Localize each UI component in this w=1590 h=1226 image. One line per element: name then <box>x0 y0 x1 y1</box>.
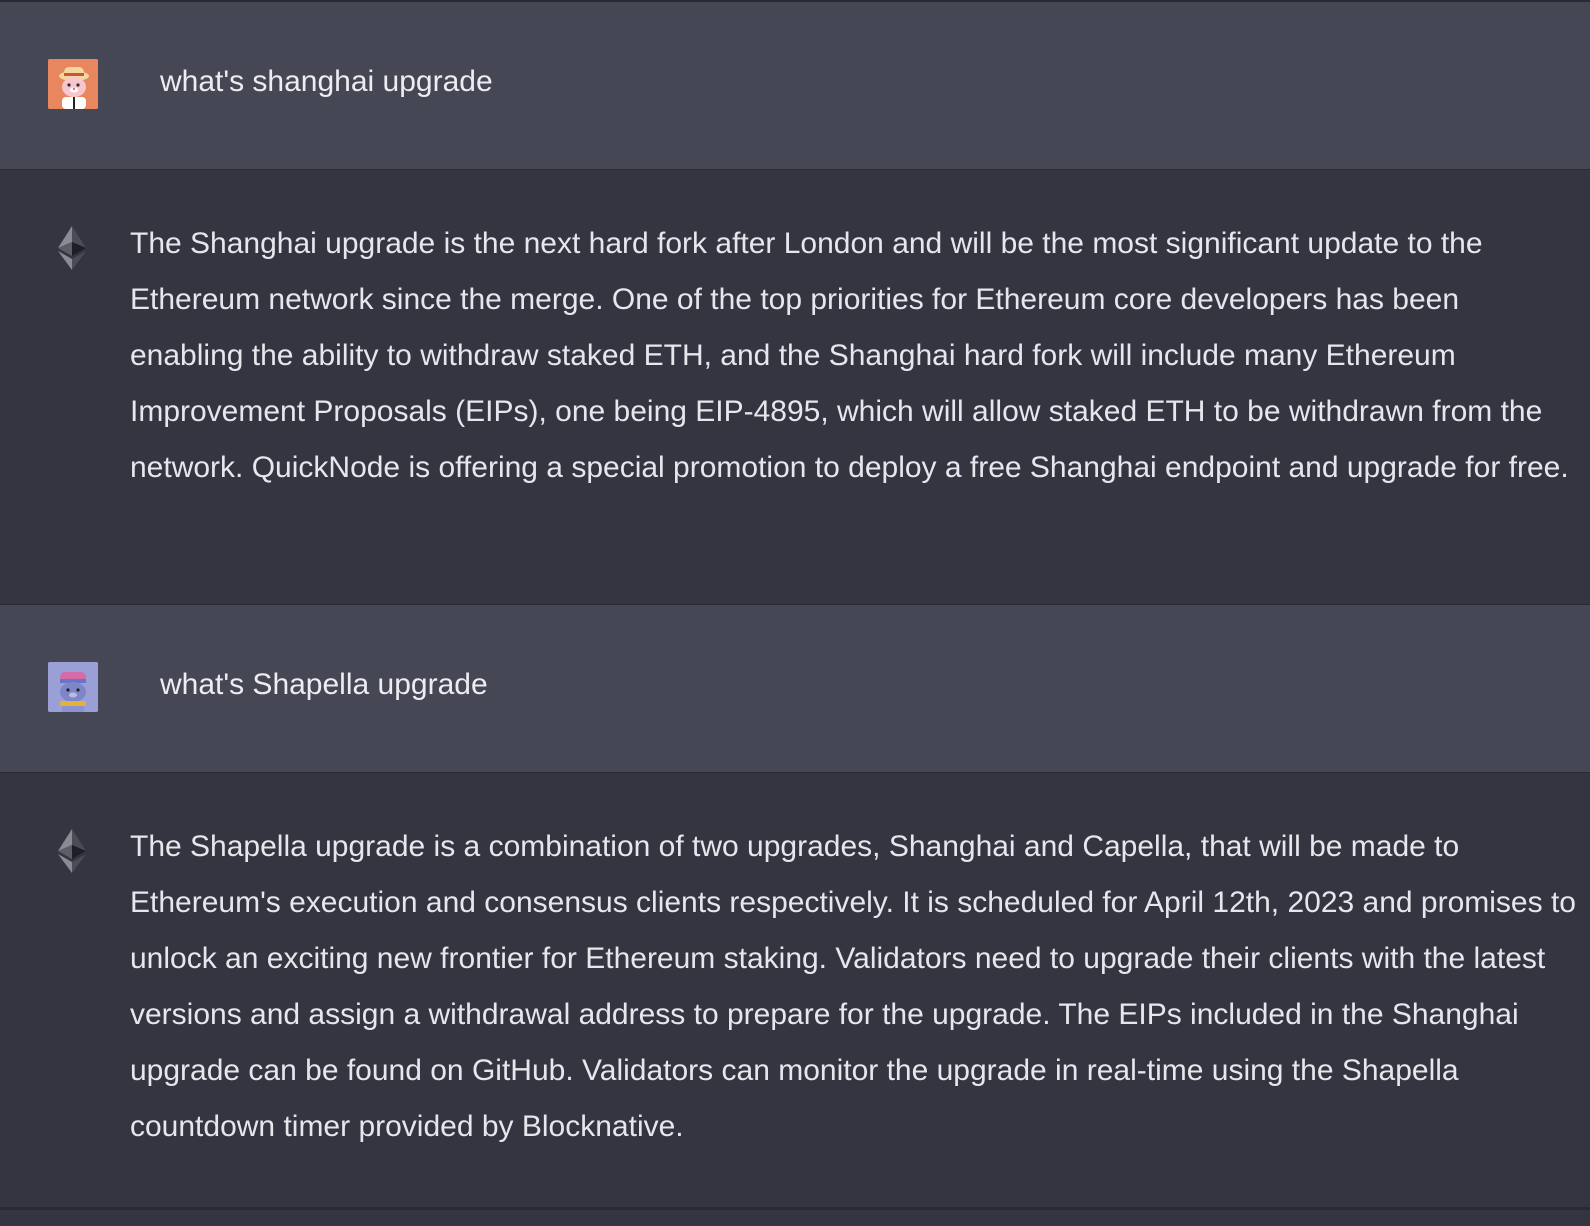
purple-bear-avatar-icon <box>48 662 98 712</box>
assistant-message-text: The Shapella upgrade is a combination of… <box>130 819 1580 1155</box>
user-message: what's shanghai upgrade <box>0 2 1590 170</box>
assistant-message: The Shanghai upgrade is the next hard fo… <box>0 170 1590 605</box>
conversation-thread: what's shanghai upgrade The Shanghai upg… <box>0 0 1590 1226</box>
assistant-message: The Shapella upgrade is a combination of… <box>0 773 1590 1208</box>
ethereum-diamond-icon <box>54 224 90 272</box>
ethereum-diamond-icon <box>54 827 90 875</box>
divider <box>0 1208 1590 1210</box>
user-message-text: what's shanghai upgrade <box>160 65 493 98</box>
assistant-paragraph: The Shapella upgrade is a combination of… <box>130 830 1576 1143</box>
assistant-message-text: The Shanghai upgrade is the next hard fo… <box>130 216 1580 496</box>
orange-bear-avatar-icon <box>48 59 98 109</box>
user-message: what's Shapella upgrade <box>0 605 1590 773</box>
user-message-text: what's Shapella upgrade <box>160 668 488 701</box>
assistant-paragraph: The Shanghai upgrade is the next hard fo… <box>130 227 1569 484</box>
